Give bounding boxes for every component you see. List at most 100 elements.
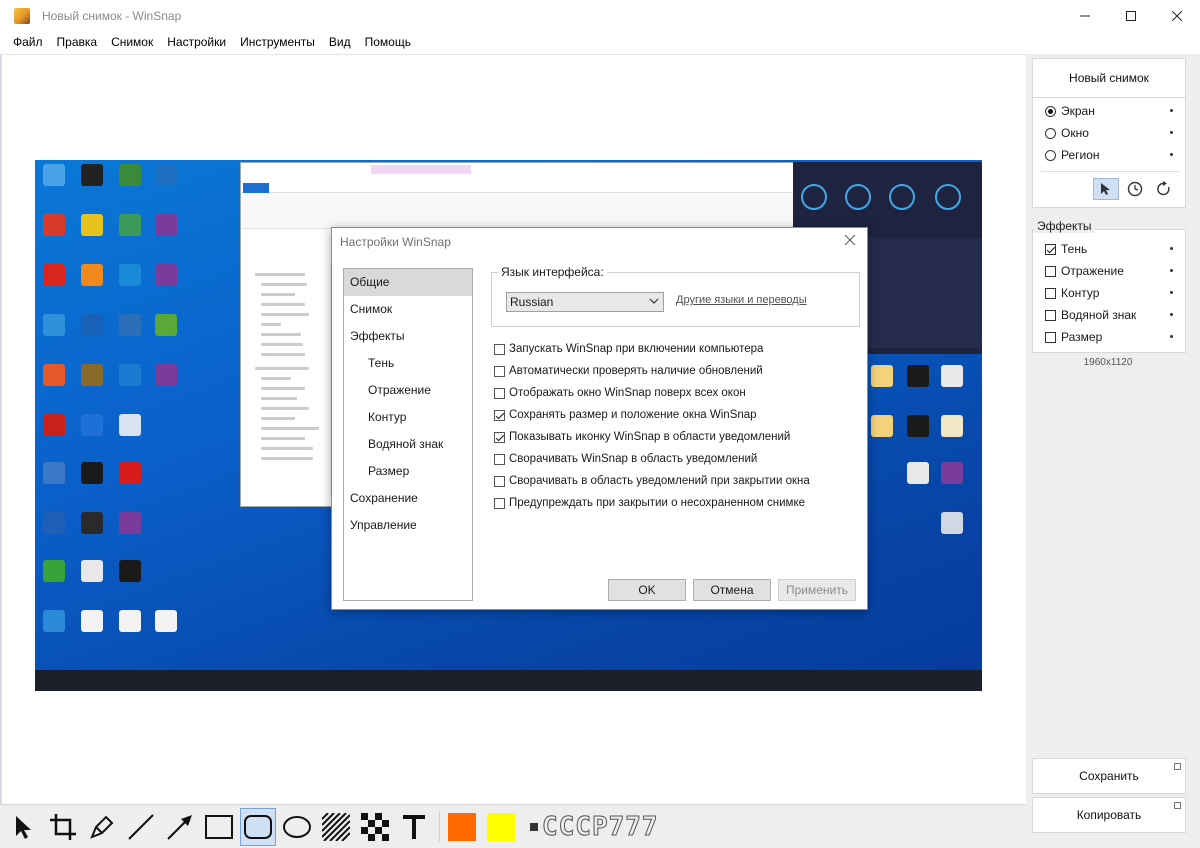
- options-dot-icon[interactable]: [1170, 109, 1173, 112]
- effect-resize[interactable]: Размер: [1045, 328, 1173, 346]
- options-dot-icon[interactable]: [1170, 247, 1173, 250]
- repeat-capture-toggle[interactable]: [1151, 178, 1177, 200]
- fill-color-picker[interactable]: [444, 808, 480, 846]
- ok-button[interactable]: OK: [608, 579, 686, 601]
- checkbox[interactable]: [494, 453, 505, 465]
- copy-options-icon[interactable]: [1174, 802, 1181, 809]
- text-tool[interactable]: [396, 808, 432, 846]
- highlight-color-picker[interactable]: [483, 808, 519, 846]
- checkbox[interactable]: [494, 343, 505, 355]
- checkbox[interactable]: [1045, 331, 1056, 343]
- checkbox[interactable]: [1045, 243, 1056, 255]
- desktop-icon: [81, 364, 103, 386]
- line-tool[interactable]: [123, 808, 159, 846]
- close-button[interactable]: [1154, 0, 1200, 31]
- checkbox[interactable]: [494, 431, 505, 443]
- nav-item-outline[interactable]: Контур: [344, 404, 472, 431]
- mode-screen[interactable]: Экран: [1045, 102, 1173, 120]
- option-warn-unsaved[interactable]: Предупреждать при закрытии о несохраненн…: [494, 495, 805, 511]
- options-dot-icon[interactable]: [1170, 335, 1173, 338]
- options-dot-icon[interactable]: [1170, 269, 1173, 272]
- menu-tools[interactable]: Инструменты: [233, 31, 322, 53]
- save-button[interactable]: Сохранить: [1032, 758, 1186, 794]
- maximize-button[interactable]: [1108, 0, 1154, 31]
- menu-help[interactable]: Помощь: [358, 31, 418, 53]
- font-sample[interactable]: СССР777: [542, 811, 659, 842]
- nav-item-effects[interactable]: Эффекты: [344, 323, 472, 350]
- save-options-icon[interactable]: [1174, 763, 1181, 770]
- ellipse-tool[interactable]: [279, 808, 315, 846]
- cancel-button[interactable]: Отмена: [693, 579, 771, 601]
- checkbox[interactable]: [494, 387, 505, 399]
- dialog-close-icon[interactable]: [843, 233, 857, 247]
- option-always-on-top[interactable]: Отображать окно WinSnap поверх всех окон: [494, 385, 746, 401]
- menu-edit[interactable]: Правка: [50, 31, 105, 53]
- hatch-tool[interactable]: [318, 808, 354, 846]
- menu-snapshot[interactable]: Снимок: [104, 31, 160, 53]
- option-check-updates[interactable]: Автоматически проверять наличие обновлен…: [494, 363, 763, 379]
- options-dot-icon[interactable]: [1170, 153, 1173, 156]
- copy-label: Копировать: [1076, 808, 1142, 822]
- new-snapshot-button[interactable]: Новый снимок: [1032, 58, 1186, 98]
- nav-item-saving[interactable]: Сохранение: [344, 485, 472, 512]
- menu-view[interactable]: Вид: [322, 31, 358, 53]
- checkbox[interactable]: [1045, 309, 1056, 321]
- radio-button[interactable]: [1045, 105, 1056, 117]
- effects-box: Тень Отражение Контур Водяной знак Разме…: [1032, 229, 1186, 353]
- pixelate-tool[interactable]: [357, 808, 393, 846]
- desktop-icon: [43, 264, 65, 286]
- chevron-down-icon: [649, 298, 659, 304]
- option-tray-icon[interactable]: Показывать иконку WinSnap в области увед…: [494, 429, 790, 445]
- option-minimize-to-tray[interactable]: Сворачивать WinSnap в область уведомлени…: [494, 451, 757, 467]
- mode-region[interactable]: Регион: [1045, 146, 1173, 164]
- mode-window[interactable]: Окно: [1045, 124, 1173, 142]
- nav-item-size[interactable]: Размер: [344, 458, 472, 485]
- menu-file[interactable]: Файл: [6, 31, 50, 53]
- language-select[interactable]: Russian: [506, 292, 664, 312]
- crop-tool[interactable]: [45, 808, 81, 846]
- menu-settings[interactable]: Настройки: [160, 31, 233, 53]
- nav-item-general[interactable]: Общие: [344, 269, 472, 296]
- option-save-window-position[interactable]: Сохранять размер и положение окна WinSna…: [494, 407, 757, 423]
- delay-capture-toggle[interactable]: [1122, 178, 1148, 200]
- option-label: Предупреждать при закрытии о несохраненн…: [509, 497, 806, 509]
- nav-item-watermark[interactable]: Водяной знак: [344, 431, 472, 458]
- options-dot-icon[interactable]: [1170, 313, 1173, 316]
- checkbox[interactable]: [494, 497, 505, 509]
- checkbox[interactable]: [1045, 287, 1056, 299]
- options-dot-icon[interactable]: [1170, 291, 1173, 294]
- arrow-tool[interactable]: [162, 808, 198, 846]
- checkbox[interactable]: [1045, 265, 1056, 277]
- pointer-tool[interactable]: [6, 808, 42, 846]
- rounded-rectangle-tool[interactable]: [240, 807, 276, 846]
- pen-style-icon[interactable]: [530, 822, 538, 831]
- nav-item-reflection[interactable]: Отражение: [344, 377, 472, 404]
- line-icon: [128, 813, 154, 840]
- checkbox[interactable]: [494, 409, 505, 421]
- radio-button[interactable]: [1045, 149, 1056, 161]
- crop-icon: [50, 813, 76, 840]
- radio-button[interactable]: [1045, 127, 1056, 139]
- minimize-button[interactable]: [1062, 0, 1108, 31]
- nav-item-management[interactable]: Управление: [344, 512, 472, 539]
- option-close-to-tray[interactable]: Сворачивать в область уведомлений при за…: [494, 473, 810, 489]
- desktop-icon: [81, 264, 103, 286]
- checkbox[interactable]: [494, 365, 505, 377]
- checkbox[interactable]: [494, 475, 505, 487]
- pen-tool[interactable]: [84, 808, 120, 846]
- option-autostart[interactable]: Запускать WinSnap при включении компьюте…: [494, 341, 763, 357]
- effect-reflection[interactable]: Отражение: [1045, 262, 1173, 280]
- effect-outline[interactable]: Контур: [1045, 284, 1173, 302]
- desktop-icon: [43, 364, 65, 386]
- rectangle-tool[interactable]: [201, 808, 237, 846]
- nav-item-snapshot[interactable]: Снимок: [344, 296, 472, 323]
- options-dot-icon[interactable]: [1170, 131, 1173, 134]
- copy-button[interactable]: Копировать: [1032, 797, 1186, 833]
- pointer-capture-toggle[interactable]: [1093, 178, 1119, 200]
- effect-shadow[interactable]: Тень: [1045, 240, 1173, 258]
- other-languages-link[interactable]: Другие языки и переводы: [676, 294, 807, 306]
- gauge-ring: [889, 184, 915, 210]
- effect-watermark[interactable]: Водяной знак: [1045, 306, 1173, 324]
- apply-button[interactable]: Применить: [778, 579, 856, 601]
- nav-item-shadow[interactable]: Тень: [344, 350, 472, 377]
